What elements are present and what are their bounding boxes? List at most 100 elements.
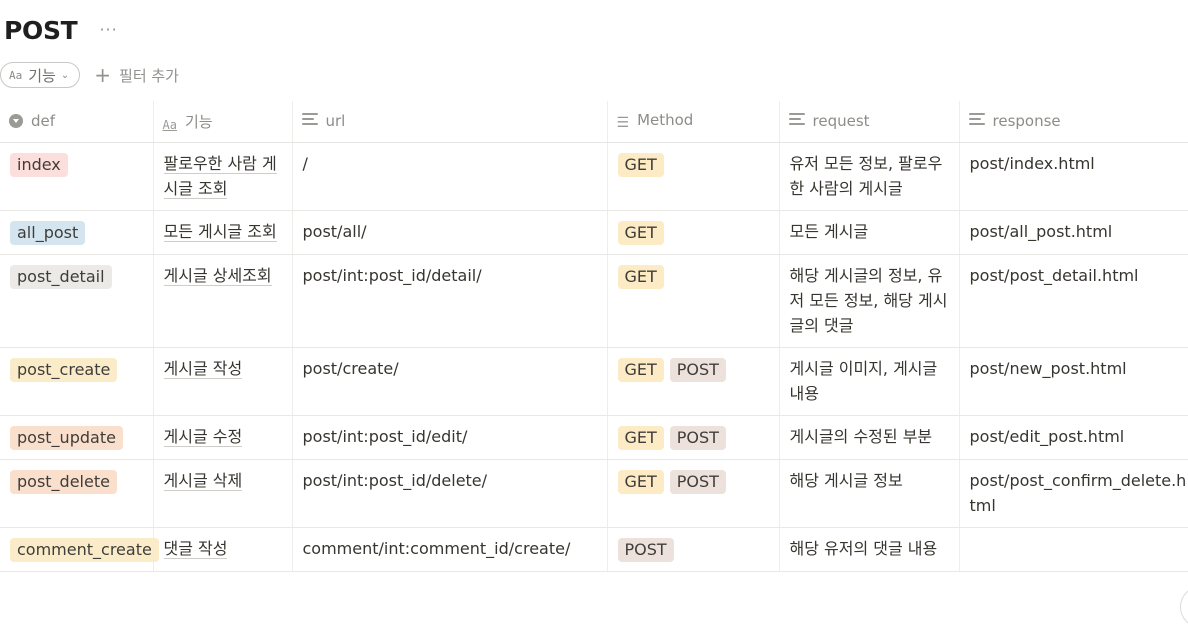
- cell-def[interactable]: all_post: [0, 210, 153, 255]
- cell-request[interactable]: 해당 게시글의 정보, 유저 모든 정보, 해당 게시글의 댓글: [778, 254, 959, 348]
- table-row[interactable]: post_detail 게시글 상세조회 post/int:post_id/deta…: [0, 254, 1188, 348]
- cell-url[interactable]: post/all/: [291, 210, 607, 255]
- row-title-link[interactable]: 게시글 상세조회: [163, 265, 272, 286]
- column-header-url[interactable]: url: [291, 101, 607, 143]
- cell-function[interactable]: 모든 게시글 조회: [152, 210, 292, 255]
- cell-request[interactable]: 해당 게시글 정보: [778, 459, 959, 528]
- table-row[interactable]: post_create 게시글 작성 post/create/GET POST 게시글 …: [0, 347, 1188, 416]
- help-button[interactable]: [1180, 586, 1188, 628]
- database-table: def Aa 기능 url ☰ Method request response index 팔로…: [0, 101, 1188, 572]
- def-tag: post_detail: [10, 264, 112, 289]
- method-tag: GET: [617, 220, 664, 245]
- cell-url[interactable]: comment/int:comment_id/create/: [291, 527, 607, 572]
- cell-request[interactable]: 해당 유저의 댓글 내용: [778, 527, 959, 572]
- def-tag: post_update: [10, 425, 123, 450]
- column-header-method[interactable]: ☰ Method: [606, 101, 779, 143]
- method-tag: POST: [617, 537, 674, 562]
- cell-def[interactable]: post_update: [0, 415, 153, 460]
- column-header-def[interactable]: def: [0, 101, 153, 143]
- column-header-label: response: [992, 112, 1061, 131]
- method-tag: GET: [617, 425, 664, 450]
- cell-def[interactable]: post_create: [0, 347, 153, 416]
- add-filter-button[interactable]: + 필터 추가: [94, 65, 179, 86]
- column-header-label: Method: [637, 111, 694, 130]
- cell-response[interactable]: post/post_confirm_delete.html: [958, 459, 1188, 528]
- select-icon: [9, 114, 23, 129]
- chevron-down-icon: ⌄: [60, 69, 70, 81]
- cell-function[interactable]: 게시글 상세조회: [152, 254, 292, 348]
- cell-response[interactable]: post/new_post.html: [958, 347, 1188, 416]
- cell-response[interactable]: [958, 527, 1188, 572]
- cell-request[interactable]: 유저 모든 정보, 팔로우한 사람의 게시글: [778, 142, 959, 211]
- cell-def[interactable]: post_delete: [0, 459, 153, 528]
- text-icon: [788, 113, 805, 127]
- cell-function[interactable]: 게시글 작성: [152, 347, 292, 416]
- text-icon: [968, 113, 985, 127]
- table-body: index 팔로우한 사람 게시글 조회 / GET 유저 모든 정보, 팔로우한 사람…: [0, 142, 1188, 572]
- table-row[interactable]: post_delete 게시글 삭제 post/int:post_id/delete…: [0, 459, 1188, 528]
- cell-method[interactable]: GET POST: [606, 415, 779, 460]
- def-tag: comment_create: [10, 537, 159, 562]
- method-tag: GET: [617, 152, 664, 177]
- cell-method[interactable]: GET: [606, 254, 779, 348]
- table-row[interactable]: index 팔로우한 사람 게시글 조회 / GET 유저 모든 정보, 팔로우한 사람…: [0, 142, 1188, 211]
- cell-url[interactable]: post/int:post_id/delete/: [291, 459, 607, 528]
- row-title-link[interactable]: 게시글 수정: [163, 426, 243, 447]
- table-header-row: def Aa 기능 url ☰ Method request response: [0, 101, 1188, 143]
- def-tag: all_post: [10, 220, 86, 245]
- method-tag: GET: [617, 469, 664, 494]
- page-title[interactable]: POST: [4, 16, 78, 45]
- cell-response[interactable]: post/index.html: [958, 142, 1188, 211]
- cell-response[interactable]: post/edit_post.html: [958, 415, 1188, 460]
- method-tag: GET: [617, 357, 664, 382]
- column-header-label: 기능: [184, 112, 213, 131]
- column-header-label: def: [31, 112, 56, 131]
- filter-bar: Aa 기능 ⌄ + 필터 추가: [0, 61, 179, 89]
- cell-function[interactable]: 팔로우한 사람 게시글 조회: [152, 142, 292, 211]
- filter-chip-function[interactable]: Aa 기능 ⌄: [0, 62, 81, 88]
- column-header-label: request: [812, 112, 870, 131]
- column-header-request[interactable]: request: [778, 101, 959, 143]
- cell-method[interactable]: POST: [606, 527, 779, 572]
- cell-method[interactable]: GET: [606, 210, 779, 255]
- more-options-icon[interactable]: ···: [99, 22, 117, 38]
- cell-request[interactable]: 게시글 이미지, 게시글 내용: [778, 347, 959, 416]
- method-tag: POST: [669, 469, 726, 494]
- cell-method[interactable]: GET POST: [606, 459, 779, 528]
- cell-def[interactable]: comment_create: [0, 527, 159, 572]
- cell-method[interactable]: GET: [606, 142, 779, 211]
- table-row[interactable]: post_update 게시글 수정 post/int:post_id/edit/G…: [0, 415, 1188, 460]
- cell-method[interactable]: GET POST: [606, 347, 779, 416]
- plus-icon: +: [94, 63, 112, 87]
- text-icon: [301, 113, 318, 127]
- cell-url[interactable]: post/int:post_id/detail/: [291, 254, 607, 348]
- multi-select-icon: ☰: [616, 115, 630, 132]
- cell-request[interactable]: 모든 게시글: [778, 210, 959, 255]
- cell-response[interactable]: post/all_post.html: [958, 210, 1188, 255]
- cell-url[interactable]: /: [291, 142, 607, 211]
- row-title-link[interactable]: 댓글 작성: [163, 538, 228, 559]
- row-title-link[interactable]: 게시글 삭제: [163, 470, 243, 491]
- row-title-link[interactable]: 모든 게시글 조회: [163, 221, 277, 242]
- table-row[interactable]: all_post 모든 게시글 조회 post/all/GET 모든 게시글 post/…: [0, 210, 1188, 255]
- cell-function[interactable]: 게시글 수정: [152, 415, 292, 460]
- add-filter-label: 필터 추가: [119, 66, 179, 85]
- cell-request[interactable]: 게시글의 수정된 부분: [778, 415, 959, 460]
- def-tag: post_create: [10, 357, 118, 382]
- cell-url[interactable]: post/create/: [291, 347, 607, 416]
- cell-function[interactable]: 댓글 작성: [152, 527, 292, 572]
- def-tag: post_delete: [10, 469, 117, 494]
- row-title-link[interactable]: 게시글 작성: [163, 358, 243, 379]
- cell-function[interactable]: 게시글 삭제: [152, 459, 292, 528]
- notion-database-page: POST ··· Aa 기능 ⌄ + 필터 추가 def Aa 기능 url ☰ Meth…: [0, 0, 1188, 628]
- cell-def[interactable]: post_detail: [0, 254, 153, 348]
- title-property-icon: Aa: [9, 68, 23, 82]
- cell-def[interactable]: index: [0, 142, 153, 211]
- cell-response[interactable]: post/post_detail.html: [958, 254, 1188, 348]
- column-header-response[interactable]: response: [958, 101, 1188, 143]
- table-row[interactable]: comment_create 댓글 작성 comment/int:comment_i…: [0, 527, 1188, 572]
- cell-url[interactable]: post/int:post_id/edit/: [291, 415, 607, 460]
- column-header-func[interactable]: Aa 기능: [152, 101, 292, 143]
- row-title-link[interactable]: 팔로우한 사람 게시글 조회: [163, 153, 277, 199]
- title-icon: Aa: [162, 117, 177, 132]
